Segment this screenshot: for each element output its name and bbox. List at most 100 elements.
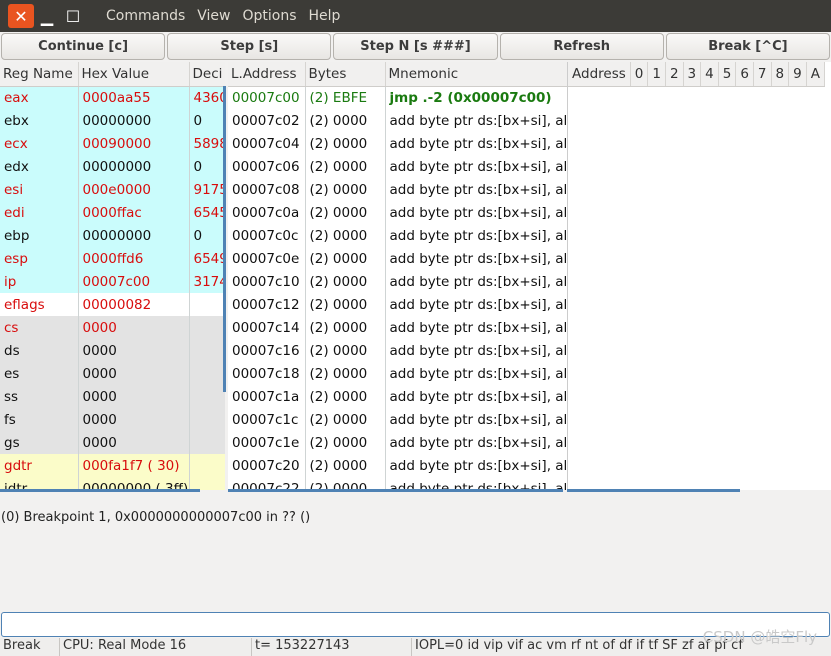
menu-help[interactable]: Help <box>309 8 341 24</box>
disasm-address: 00007c20 <box>228 454 306 477</box>
laddress-header[interactable]: L.Address <box>228 62 306 87</box>
memory-header-2[interactable]: 2 <box>665 62 684 87</box>
disasm-row[interactable]: 00007c1e (2) 0000 add byte ptr ds:[bx+si],… <box>228 431 567 454</box>
break-button[interactable]: Break [^C] <box>665 33 831 60</box>
memory-hscrollbar[interactable] <box>567 489 740 492</box>
disasm-row[interactable]: 00007c20 (2) 0000 add byte ptr ds:[bx+si],… <box>228 454 567 477</box>
register-row[interactable]: esi 000e0000 9175 <box>0 178 225 201</box>
register-vscrollbar[interactable] <box>223 86 226 392</box>
register-row[interactable]: ds 0000 <box>0 339 225 362</box>
memory-header-9[interactable]: 9 <box>788 62 807 87</box>
memory-header-3[interactable]: 3 <box>683 62 702 87</box>
memory-header-7[interactable]: 7 <box>753 62 772 87</box>
disasm-row[interactable]: 00007c0c (2) 0000 add byte ptr ds:[bx+si],… <box>228 224 567 247</box>
register-row[interactable]: eflags 00000082 <box>0 293 225 316</box>
close-icon[interactable]: ✕ <box>8 4 34 28</box>
disasm-row[interactable]: 00007c00 (2) EBFE jmp .-2 (0x00007c00) <box>228 86 567 109</box>
mnemonic-header[interactable]: Mnemonic <box>385 62 567 87</box>
disasm-row[interactable]: 00007c08 (2) 0000 add byte ptr ds:[bx+si],… <box>228 178 567 201</box>
reg-name: ecx <box>0 132 79 155</box>
reg-hex-value: 0000aa55 <box>78 86 190 109</box>
register-row[interactable]: ebx 00000000 0 <box>0 109 225 132</box>
disasm-address: 00007c0a <box>228 201 306 224</box>
decimal-header[interactable]: Deci <box>189 62 225 87</box>
register-row[interactable]: eax 0000aa55 4360 <box>0 86 225 109</box>
disasm-mnemonic: add byte ptr ds:[bx+si], al <box>385 362 567 385</box>
menu-options[interactable]: Options <box>242 8 296 24</box>
register-row[interactable]: gdtr 000fa1f7 ( 30) <box>0 454 225 477</box>
maximize-icon[interactable]: ☐ <box>60 4 86 28</box>
disassembly-hscrollbar[interactable] <box>228 489 563 492</box>
memory-header-5[interactable]: 5 <box>718 62 737 87</box>
reg-name: eax <box>0 86 79 109</box>
reg-hex-value: 0000 <box>78 408 190 431</box>
register-row[interactable]: esp 0000ffd6 6549 <box>0 247 225 270</box>
reg-decimal-value <box>189 408 225 431</box>
reg-hex-value: 00000082 <box>78 293 190 316</box>
disasm-row[interactable]: 00007c16 (2) 0000 add byte ptr ds:[bx+si],… <box>228 339 567 362</box>
disasm-bytes: (2) 0000 <box>305 454 386 477</box>
bytes-header[interactable]: Bytes <box>305 62 386 87</box>
reg-name: edx <box>0 155 79 178</box>
memory-header-4[interactable]: 4 <box>700 62 719 87</box>
register-row[interactable]: ebp 00000000 0 <box>0 224 225 247</box>
disasm-row[interactable]: 00007c18 (2) 0000 add byte ptr ds:[bx+si],… <box>228 362 567 385</box>
register-row[interactable]: ecx 00090000 5898 <box>0 132 225 155</box>
reg-name-header[interactable]: Reg Name <box>0 62 79 87</box>
register-row[interactable]: edi 0000ffac 6545 <box>0 201 225 224</box>
disasm-address: 00007c10 <box>228 270 306 293</box>
refresh-button[interactable]: Refresh <box>499 33 664 60</box>
reg-decimal-value: 9175 <box>189 178 225 201</box>
memory-header-a[interactable]: A <box>806 62 825 87</box>
disasm-bytes: (2) 0000 <box>305 132 386 155</box>
disasm-bytes: (2) 0000 <box>305 293 386 316</box>
reg-hex-value: 0000 <box>78 316 190 339</box>
reg-decimal-value <box>189 293 225 316</box>
register-row[interactable]: edx 00000000 0 <box>0 155 225 178</box>
step-n-button[interactable]: Step N [s ###] <box>333 33 498 60</box>
continue-button[interactable]: Continue [c] <box>1 33 166 60</box>
memory-header-1[interactable]: 1 <box>647 62 666 87</box>
disasm-bytes: (2) 0000 <box>305 431 386 454</box>
reg-name: ip <box>0 270 79 293</box>
reg-name: gs <box>0 431 79 454</box>
register-hscrollbar[interactable] <box>0 489 200 492</box>
disasm-row[interactable]: 00007c1c (2) 0000 add byte ptr ds:[bx+si],… <box>228 408 567 431</box>
memory-header-address[interactable]: Address <box>568 62 631 87</box>
disasm-address: 00007c0c <box>228 224 306 247</box>
disasm-mnemonic: add byte ptr ds:[bx+si], al <box>385 431 567 454</box>
disasm-row[interactable]: 00007c0a (2) 0000 add byte ptr ds:[bx+si],… <box>228 201 567 224</box>
register-row[interactable]: es 0000 <box>0 362 225 385</box>
register-row[interactable]: gs 0000 <box>0 431 225 454</box>
reg-decimal-value: 3174 <box>189 270 225 293</box>
memory-header-0[interactable]: 0 <box>630 62 649 87</box>
register-panel: Reg Name Hex Value Deci eax 0000aa55 4360 e… <box>0 62 225 490</box>
disasm-row[interactable]: 00007c04 (2) 0000 add byte ptr ds:[bx+si],… <box>228 132 567 155</box>
disasm-row[interactable]: 00007c02 (2) 0000 add byte ptr ds:[bx+si],… <box>228 109 567 132</box>
disasm-row[interactable]: 00007c0e (2) 0000 add byte ptr ds:[bx+si],… <box>228 247 567 270</box>
memory-header-6[interactable]: 6 <box>735 62 754 87</box>
disasm-row[interactable]: 00007c10 (2) 0000 add byte ptr ds:[bx+si],… <box>228 270 567 293</box>
minimize-icon[interactable]: ▁ <box>34 4 60 28</box>
hex-value-header[interactable]: Hex Value <box>78 62 190 87</box>
disasm-bytes: (2) 0000 <box>305 247 386 270</box>
reg-name: gdtr <box>0 454 79 477</box>
disasm-address: 00007c00 <box>228 86 306 109</box>
reg-decimal-value <box>189 339 225 362</box>
disasm-row[interactable]: 00007c12 (2) 0000 add byte ptr ds:[bx+si],… <box>228 293 567 316</box>
menu-view[interactable]: View <box>197 8 230 24</box>
disasm-row[interactable]: 00007c1a (2) 0000 add byte ptr ds:[bx+si],… <box>228 385 567 408</box>
disasm-row[interactable]: 00007c06 (2) 0000 add byte ptr ds:[bx+si],… <box>228 155 567 178</box>
step-button[interactable]: Step [s] <box>167 33 332 60</box>
disasm-bytes: (2) 0000 <box>305 408 386 431</box>
disasm-row[interactable]: 00007c14 (2) 0000 add byte ptr ds:[bx+si],… <box>228 316 567 339</box>
disasm-bytes: (2) 0000 <box>305 178 386 201</box>
disasm-mnemonic: add byte ptr ds:[bx+si], al <box>385 247 567 270</box>
register-row[interactable]: cs 0000 <box>0 316 225 339</box>
menu-commands[interactable]: Commands <box>106 8 185 24</box>
register-row[interactable]: ss 0000 <box>0 385 225 408</box>
reg-hex-value: 00000000 <box>78 155 190 178</box>
register-row[interactable]: fs 0000 <box>0 408 225 431</box>
register-row[interactable]: ip 00007c00 3174 <box>0 270 225 293</box>
memory-header-8[interactable]: 8 <box>771 62 790 87</box>
